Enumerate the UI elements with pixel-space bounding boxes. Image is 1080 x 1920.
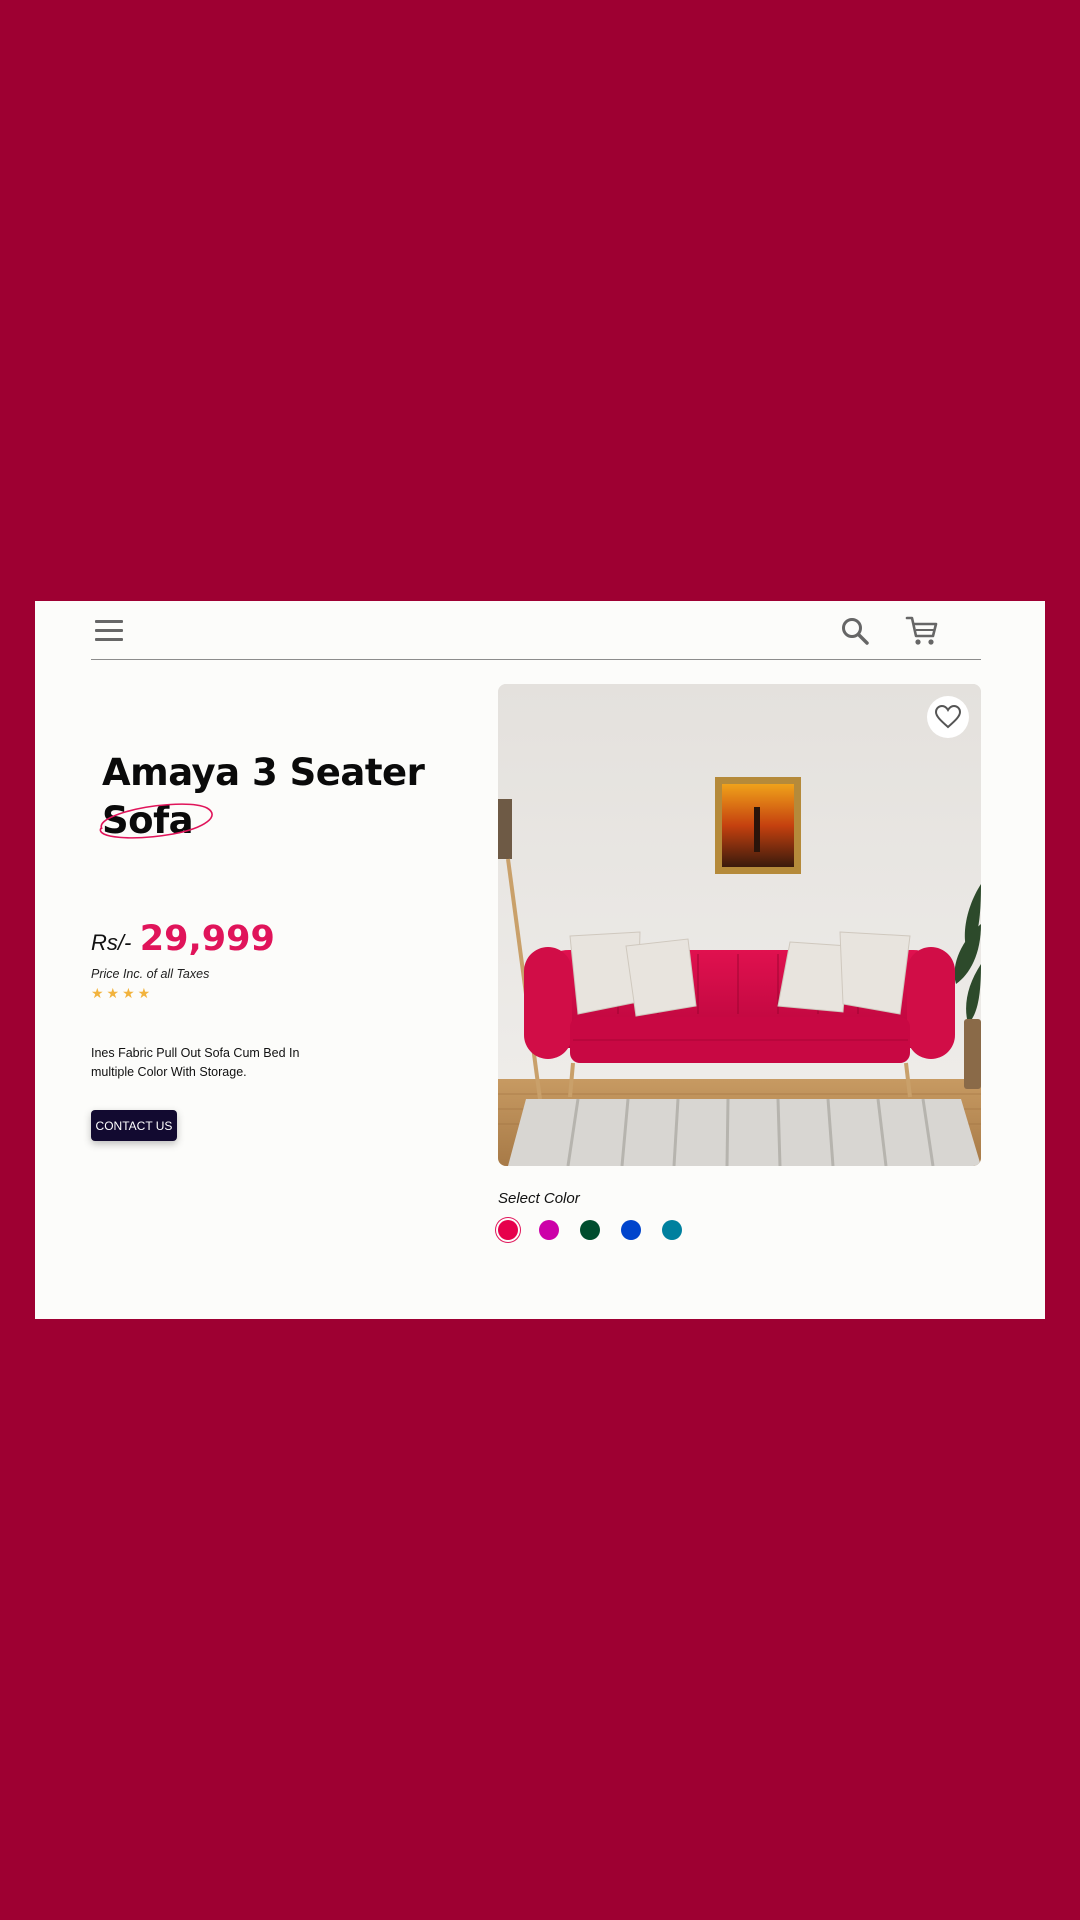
color-swatch-dark-green[interactable] <box>580 1220 600 1240</box>
top-navbar <box>91 601 981 660</box>
product-image <box>498 684 981 1166</box>
price-row: Rs/- 29,999 <box>91 919 275 959</box>
price-value: 29,999 <box>139 919 275 959</box>
heart-icon <box>935 705 961 729</box>
color-swatch-magenta[interactable] <box>539 1220 559 1240</box>
product-title-line2: Sofa <box>102 799 194 842</box>
search-icon[interactable] <box>839 615 871 647</box>
color-swatch-pink[interactable] <box>498 1220 518 1240</box>
price-prefix: Rs/- <box>91 930 132 955</box>
rating-stars: ★★★★ <box>91 985 154 1001</box>
product-title: Amaya 3 Seater Sofa <box>102 749 425 845</box>
product-title-line1: Amaya 3 Seater <box>102 751 425 794</box>
price-note: Price Inc. of all Taxes <box>91 967 210 981</box>
product-description: Ines Fabric Pull Out Sofa Cum Bed In mul… <box>91 1046 300 1079</box>
sofa-photo <box>498 684 981 1166</box>
contact-us-button[interactable]: CONTACT US <box>91 1110 177 1141</box>
cart-icon[interactable] <box>905 615 939 647</box>
menu-icon[interactable] <box>95 620 123 642</box>
favorite-button[interactable] <box>927 696 969 738</box>
color-swatch-teal[interactable] <box>662 1220 682 1240</box>
product-card: Amaya 3 Seater Sofa Rs/- 29,999 Price In… <box>35 601 1045 1319</box>
select-color-label: Select Color <box>498 1190 580 1207</box>
color-swatch-blue[interactable] <box>621 1220 641 1240</box>
